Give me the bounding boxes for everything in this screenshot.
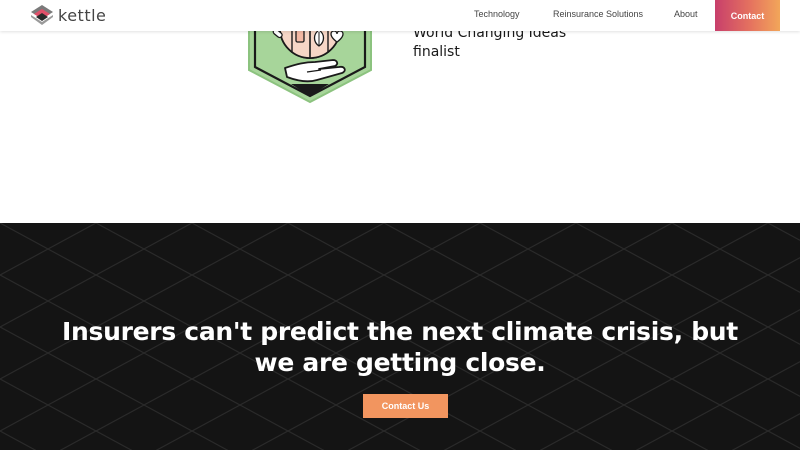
award-section: World Changing Ideas finalist <box>0 0 800 223</box>
cta-headline: Insurers can't predict the next climate … <box>0 316 800 378</box>
logo[interactable]: kettle <box>30 4 106 26</box>
nav-reinsurance-solutions[interactable]: Reinsurance Solutions <box>553 9 643 19</box>
nav-contact-button[interactable]: Contact <box>715 0 780 31</box>
page: World Changing Ideas finalist Insurers c… <box>0 0 800 450</box>
contact-us-button[interactable]: Contact Us <box>363 394 448 418</box>
site-header: kettle Technology Reinsurance Solutions … <box>0 0 800 31</box>
cta-headline-line2: we are getting close. <box>254 348 546 377</box>
nav-about[interactable]: About <box>674 9 698 19</box>
cta-section: Insurers can't predict the next climate … <box>0 223 800 450</box>
kettle-layers-logo-icon <box>31 5 53 25</box>
award-subtitle: finalist <box>413 44 460 60</box>
cta-headline-line1: Insurers can't predict the next climate … <box>62 317 738 346</box>
nav-technology[interactable]: Technology <box>474 9 520 19</box>
brand-name: kettle <box>58 5 107 25</box>
